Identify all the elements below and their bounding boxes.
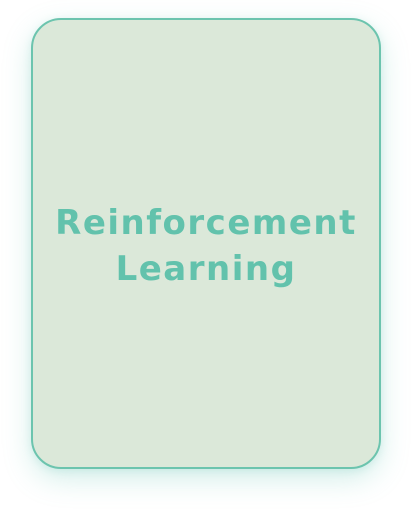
page: Reinforcement Learning xyxy=(0,0,414,514)
card-title: Reinforcement Learning xyxy=(55,200,357,292)
card-title-line-2: Learning xyxy=(115,248,297,289)
card-title-line-1: Reinforcement xyxy=(55,202,357,243)
topic-card[interactable]: Reinforcement Learning xyxy=(31,18,381,469)
